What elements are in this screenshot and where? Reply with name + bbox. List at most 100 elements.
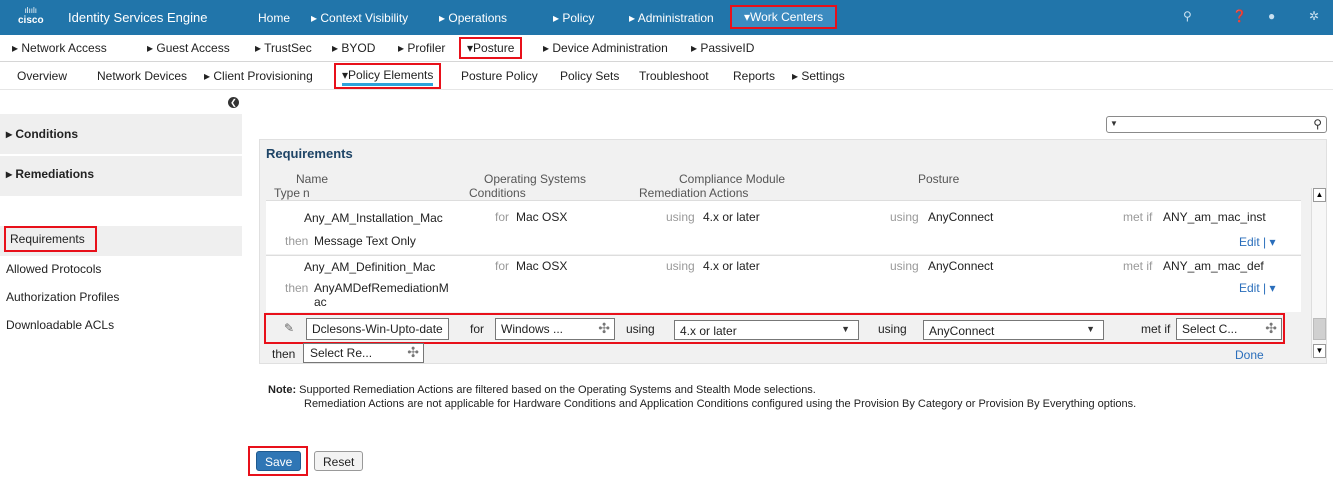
col-header-name-2: n <box>303 186 310 200</box>
then-label: then <box>272 347 296 361</box>
tab-troubleshoot[interactable]: Troubleshoot <box>639 69 709 83</box>
scroll-down-icon[interactable]: ▼ <box>1313 344 1326 358</box>
using-keyword: using <box>666 210 695 224</box>
filter-search-box[interactable]: ▼ ⚲ <box>1106 116 1327 133</box>
subnav-profiler[interactable]: ▸ Profiler <box>398 41 445 55</box>
info-icon[interactable]: ● <box>1268 9 1275 23</box>
col-header-remediation: Remediation Actions <box>639 186 749 200</box>
table-row[interactable]: Any_AM_Installation_Mac for Mac OSX usin… <box>266 200 1301 254</box>
add-condition-icon[interactable]: ✣ <box>1265 320 1277 337</box>
tab-network-devices[interactable]: Network Devices <box>97 69 187 83</box>
col-header-conditions: Conditions <box>469 186 526 200</box>
add-os-icon[interactable]: ✣ <box>598 320 610 337</box>
row-module: 4.x or later <box>703 259 760 273</box>
posture-value: AnyConnect <box>929 324 995 338</box>
edit-link[interactable]: Edit | ▾ <box>1239 281 1276 295</box>
using-keyword: using <box>666 259 695 273</box>
using-keyword-2: using <box>890 259 919 273</box>
row-remediation: Message Text Only <box>314 234 416 248</box>
edit-requirement-row: ✎ Dclesons-Win-Upto-date for Windows ...… <box>264 313 1285 344</box>
collapse-sidebar-icon[interactable]: ❮ <box>228 97 239 108</box>
tab-overview[interactable]: Overview <box>17 69 67 83</box>
note-label: Note: <box>268 384 297 396</box>
condition-value: Select C... <box>1182 322 1238 336</box>
panel-title: Requirements <box>266 146 353 161</box>
top-bar: ılıılı cisco Identity Services Engine Ho… <box>0 0 1333 35</box>
compliance-module-value: 4.x or later <box>680 324 737 338</box>
col-header-type: Type <box>274 186 301 200</box>
compliance-module-select[interactable]: 4.x or later ▼ <box>674 320 859 340</box>
search-icon[interactable]: ⚲ <box>1183 9 1192 23</box>
for-keyword: for <box>495 210 510 224</box>
sub-nav: ▸ Network Access ▸ Guest Access ▸ TrustS… <box>0 35 1333 62</box>
filter-dropdown-icon[interactable]: ▼ <box>1110 119 1118 128</box>
tab-policy-sets[interactable]: Policy Sets <box>560 69 619 83</box>
table-row[interactable]: Any_AM_Definition_Mac for Mac OSX using … <box>266 255 1301 312</box>
remediation-selector[interactable]: Select Re... ✣ <box>303 343 424 363</box>
tab-client-provisioning[interactable]: ▸ Client Provisioning <box>204 69 313 83</box>
posture-select[interactable]: AnyConnect ▼ <box>923 320 1104 340</box>
subnav-passive-id[interactable]: ▸ PassiveID <box>691 41 754 55</box>
subnav-network-access[interactable]: ▸ Network Access <box>12 41 107 55</box>
sidebar-item-downloadable-acls[interactable]: Downloadable ACLs <box>6 318 114 332</box>
third-nav: Overview Network Devices ▸ Client Provis… <box>0 62 1333 90</box>
help-icon[interactable]: ❓ <box>1232 9 1247 23</box>
subnav-trustsec[interactable]: ▸ TrustSec <box>255 41 312 55</box>
nav-operations[interactable]: ▸ Operations <box>439 11 507 25</box>
tab-policy-elements[interactable]: ▾Policy Elements <box>334 63 442 89</box>
remediation-value: Select Re... <box>310 346 373 360</box>
for-keyword: for <box>495 259 510 273</box>
edit-link[interactable]: Edit | ▾ <box>1239 235 1276 249</box>
row-condition: ANY_am_mac_def <box>1163 259 1264 273</box>
tab-policy-elements-label: ▾Policy Elements <box>342 68 434 82</box>
tab-reports[interactable]: Reports <box>733 69 775 83</box>
requirement-name-input[interactable]: Dclesons-Win-Upto-date <box>306 318 449 340</box>
reset-button[interactable]: Reset <box>314 451 364 471</box>
save-button[interactable]: Save <box>256 451 302 471</box>
row-os: Mac OSX <box>516 210 568 224</box>
using-label: using <box>626 322 655 336</box>
os-selector[interactable]: Windows ... ✣ <box>495 318 615 340</box>
subnav-device-administration[interactable]: ▸ Device Administration <box>543 41 668 55</box>
os-value: Windows ... <box>501 322 564 336</box>
subnav-byod[interactable]: ▸ BYOD <box>332 41 375 55</box>
chevron-down-icon: ▼ <box>1086 324 1095 334</box>
tab-settings[interactable]: ▸ Settings <box>792 69 845 83</box>
sidebar: ❮ ▸ Conditions ▸ Remediations Requiremen… <box>0 90 242 482</box>
search-icon[interactable]: ⚲ <box>1313 117 1322 131</box>
sidebar-item-conditions[interactable]: ▸ Conditions <box>6 127 78 141</box>
row-condition: ANY_am_mac_inst <box>1163 210 1266 224</box>
done-link[interactable]: Done <box>1235 348 1264 362</box>
col-header-posture: Posture <box>918 172 960 186</box>
subnav-guest-access[interactable]: ▸ Guest Access <box>147 41 230 55</box>
row-name: Any_AM_Installation_Mac <box>304 211 443 225</box>
subnav-posture[interactable]: ▾Posture <box>459 37 523 59</box>
tab-posture-policy[interactable]: Posture Policy <box>461 69 538 83</box>
logo-text: cisco <box>18 15 44 26</box>
sidebar-item-requirements[interactable]: Requirements <box>4 226 97 252</box>
sidebar-item-authorization-profiles[interactable]: Authorization Profiles <box>6 290 119 304</box>
note-text: Note: Supported Remediation Actions are … <box>268 383 1136 411</box>
nav-context-visibility[interactable]: ▸ Context Visibility <box>311 11 408 25</box>
nav-home[interactable]: Home <box>258 11 290 25</box>
nav-work-centers[interactable]: ▾Work Centers <box>730 5 838 29</box>
table-scrollbar[interactable]: ▲ ▼ <box>1311 188 1326 358</box>
scroll-thumb[interactable] <box>1313 318 1326 340</box>
nav-policy[interactable]: ▸ Policy <box>553 11 594 25</box>
gear-icon[interactable]: ✲ <box>1309 9 1319 23</box>
row-module: 4.x or later <box>703 210 760 224</box>
metif-label: met if <box>1141 322 1171 336</box>
condition-selector[interactable]: Select C... ✣ <box>1176 318 1282 340</box>
scroll-up-icon[interactable]: ▲ <box>1313 188 1326 202</box>
row-remediation-cont: ac <box>314 295 327 309</box>
using-keyword-2: using <box>890 210 919 224</box>
sidebar-item-remediations[interactable]: ▸ Remediations <box>6 167 94 181</box>
add-remediation-icon[interactable]: ✣ <box>407 344 419 361</box>
pencil-icon: ✎ <box>284 321 295 335</box>
row-os: Mac OSX <box>516 259 568 273</box>
app-name: Identity Services Engine <box>68 10 208 25</box>
cisco-logo[interactable]: ılıılı cisco <box>18 6 44 26</box>
sidebar-item-allowed-protocols[interactable]: Allowed Protocols <box>6 262 101 276</box>
row-posture: AnyConnect <box>928 259 994 273</box>
nav-administration[interactable]: ▸ Administration <box>629 11 714 25</box>
